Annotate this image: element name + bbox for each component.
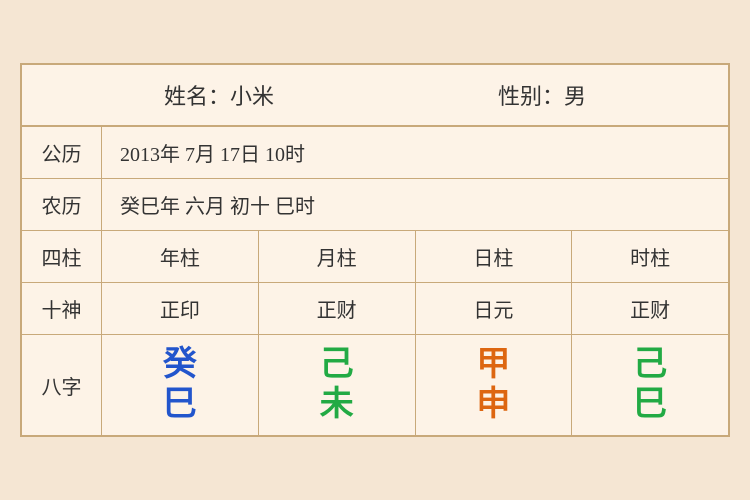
bazhi-col-0: 癸 巳 bbox=[102, 335, 259, 435]
main-table: 姓名：小米 性别：男 公历 2013年 7月 17日 10时 农历 癸巳年 六月… bbox=[20, 63, 730, 437]
bazhi-col-2: 甲 申 bbox=[416, 335, 573, 435]
bazhi-bot-0: 巳 bbox=[163, 388, 197, 422]
sizhu-col-0: 年柱 bbox=[102, 231, 259, 282]
sizhu-col-1: 月柱 bbox=[259, 231, 416, 282]
bazhi-bot-3: 巳 bbox=[633, 388, 667, 422]
bazhi-col-1: 己 未 bbox=[259, 335, 416, 435]
bazhi-bot-2: 申 bbox=[476, 388, 510, 422]
solar-row: 公历 2013年 7月 17日 10时 bbox=[22, 127, 728, 179]
gender-label: 性别：男 bbox=[498, 79, 586, 111]
bazhi-top-3: 己 bbox=[633, 348, 667, 382]
lunar-label: 农历 bbox=[22, 179, 102, 230]
sizhu-grid: 年柱 月柱 日柱 时柱 bbox=[102, 231, 728, 282]
shishen-label: 十神 bbox=[22, 283, 102, 334]
bazhi-bot-1: 未 bbox=[320, 388, 354, 422]
bazhi-top-1: 己 bbox=[320, 348, 354, 382]
bazhi-grid: 癸 巳 己 未 甲 申 己 巳 bbox=[102, 335, 728, 435]
sizhu-col-2: 日柱 bbox=[416, 231, 573, 282]
bazhi-row: 八字 癸 巳 己 未 甲 申 己 巳 bbox=[22, 335, 728, 435]
shishen-col-1: 正财 bbox=[259, 283, 416, 334]
bazhi-top-2: 甲 bbox=[476, 348, 510, 382]
sizhu-row: 四柱 年柱 月柱 日柱 时柱 bbox=[22, 231, 728, 283]
shishen-col-0: 正印 bbox=[102, 283, 259, 334]
bazhi-col-3: 己 巳 bbox=[572, 335, 728, 435]
solar-label: 公历 bbox=[22, 127, 102, 178]
shishen-col-2: 日元 bbox=[416, 283, 573, 334]
bazhi-label: 八字 bbox=[22, 335, 102, 435]
solar-value: 2013年 7月 17日 10时 bbox=[102, 128, 728, 177]
header-row: 姓名：小米 性别：男 bbox=[22, 65, 728, 127]
sizhu-label: 四柱 bbox=[22, 231, 102, 282]
lunar-value: 癸巳年 六月 初十 巳时 bbox=[102, 180, 728, 229]
sizhu-col-3: 时柱 bbox=[572, 231, 728, 282]
lunar-row: 农历 癸巳年 六月 初十 巳时 bbox=[22, 179, 728, 231]
name-label: 姓名：小米 bbox=[164, 79, 274, 111]
shishen-grid: 正印 正财 日元 正财 bbox=[102, 283, 728, 334]
bazhi-top-0: 癸 bbox=[163, 348, 197, 382]
shishen-col-3: 正财 bbox=[572, 283, 728, 334]
shishen-row: 十神 正印 正财 日元 正财 bbox=[22, 283, 728, 335]
